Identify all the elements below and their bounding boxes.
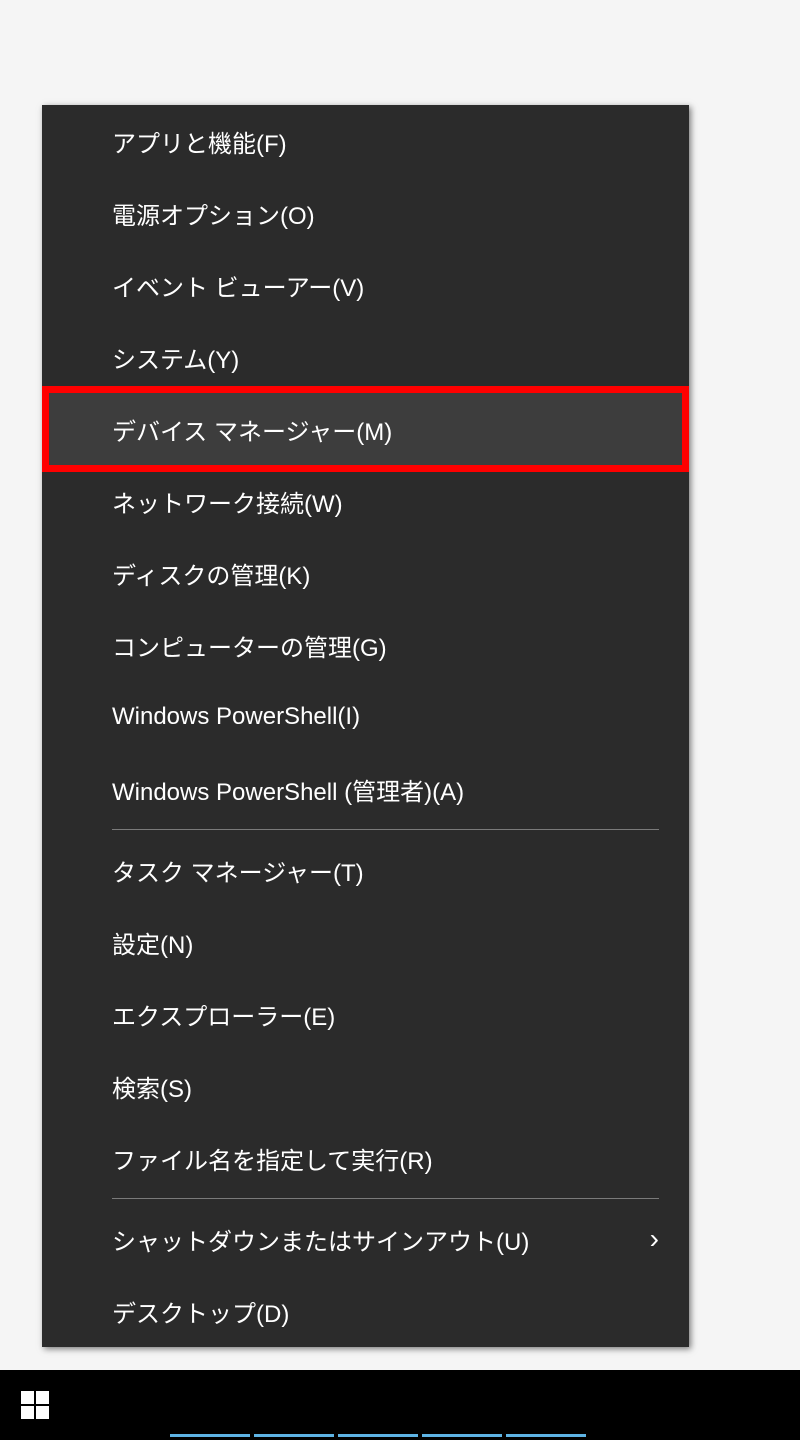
- menu-item-powershell-admin[interactable]: Windows PowerShell (管理者)(A): [42, 753, 689, 825]
- taskbar-items: [70, 1374, 586, 1437]
- menu-item-label: 設定(N): [112, 925, 193, 960]
- menu-item-system[interactable]: システム(Y): [42, 321, 689, 393]
- menu-item-desktop[interactable]: デスクトップ(D): [42, 1275, 689, 1347]
- menu-item-label: システム(Y): [112, 340, 239, 375]
- menu-divider: [112, 1198, 659, 1199]
- menu-item-label: Windows PowerShell(I): [112, 703, 360, 731]
- menu-item-power-options[interactable]: 電源オプション(O): [42, 177, 689, 249]
- taskbar: [0, 1370, 800, 1440]
- menu-item-apps-features[interactable]: アプリと機能(F): [42, 105, 689, 177]
- menu-item-search[interactable]: 検索(S): [42, 1050, 689, 1122]
- menu-item-event-viewer[interactable]: イベント ビューアー(V): [42, 249, 689, 321]
- menu-divider: [112, 829, 659, 830]
- taskbar-indicator[interactable]: [506, 1434, 586, 1437]
- taskbar-indicator[interactable]: [338, 1434, 418, 1437]
- menu-item-label: Windows PowerShell (管理者)(A): [112, 772, 464, 807]
- menu-item-network-connections[interactable]: ネットワーク接続(W): [42, 465, 689, 537]
- menu-item-label: タスク マネージャー(T): [112, 853, 364, 888]
- menu-item-device-manager[interactable]: デバイス マネージャー(M): [42, 386, 689, 472]
- menu-item-disk-management[interactable]: ディスクの管理(K): [42, 537, 689, 609]
- menu-item-label: ネットワーク接続(W): [112, 484, 343, 519]
- menu-item-run[interactable]: ファイル名を指定して実行(R): [42, 1122, 689, 1194]
- menu-item-label: 検索(S): [112, 1069, 192, 1104]
- menu-item-task-manager[interactable]: タスク マネージャー(T): [42, 834, 689, 906]
- menu-item-label: ディスクの管理(K): [112, 556, 310, 591]
- menu-item-label: イベント ビューアー(V): [112, 268, 364, 303]
- menu-item-label: アプリと機能(F): [112, 124, 287, 159]
- taskbar-indicator[interactable]: [170, 1434, 250, 1437]
- winx-context-menu: アプリと機能(F) 電源オプション(O) イベント ビューアー(V) システム(Y) デ…: [42, 105, 689, 1347]
- menu-item-shutdown-signout[interactable]: シャットダウンまたはサインアウト(U) ›: [42, 1203, 689, 1275]
- start-button[interactable]: [0, 1370, 70, 1440]
- menu-item-computer-management[interactable]: コンピューターの管理(G): [42, 609, 689, 681]
- chevron-right-icon: ›: [650, 1223, 659, 1255]
- menu-item-label: シャットダウンまたはサインアウト(U): [112, 1222, 529, 1257]
- taskbar-indicator[interactable]: [254, 1434, 334, 1437]
- menu-item-label: ファイル名を指定して実行(R): [112, 1141, 433, 1176]
- menu-item-powershell[interactable]: Windows PowerShell(I): [42, 681, 689, 753]
- menu-item-label: エクスプローラー(E): [112, 997, 335, 1032]
- menu-item-label: コンピューターの管理(G): [112, 628, 387, 663]
- windows-logo-icon: [21, 1391, 49, 1419]
- menu-item-label: 電源オプション(O): [112, 196, 315, 231]
- taskbar-indicator[interactable]: [422, 1434, 502, 1437]
- menu-item-label: デバイス マネージャー(M): [112, 412, 392, 447]
- menu-item-label: デスクトップ(D): [112, 1294, 289, 1329]
- menu-item-settings[interactable]: 設定(N): [42, 906, 689, 978]
- menu-item-explorer[interactable]: エクスプローラー(E): [42, 978, 689, 1050]
